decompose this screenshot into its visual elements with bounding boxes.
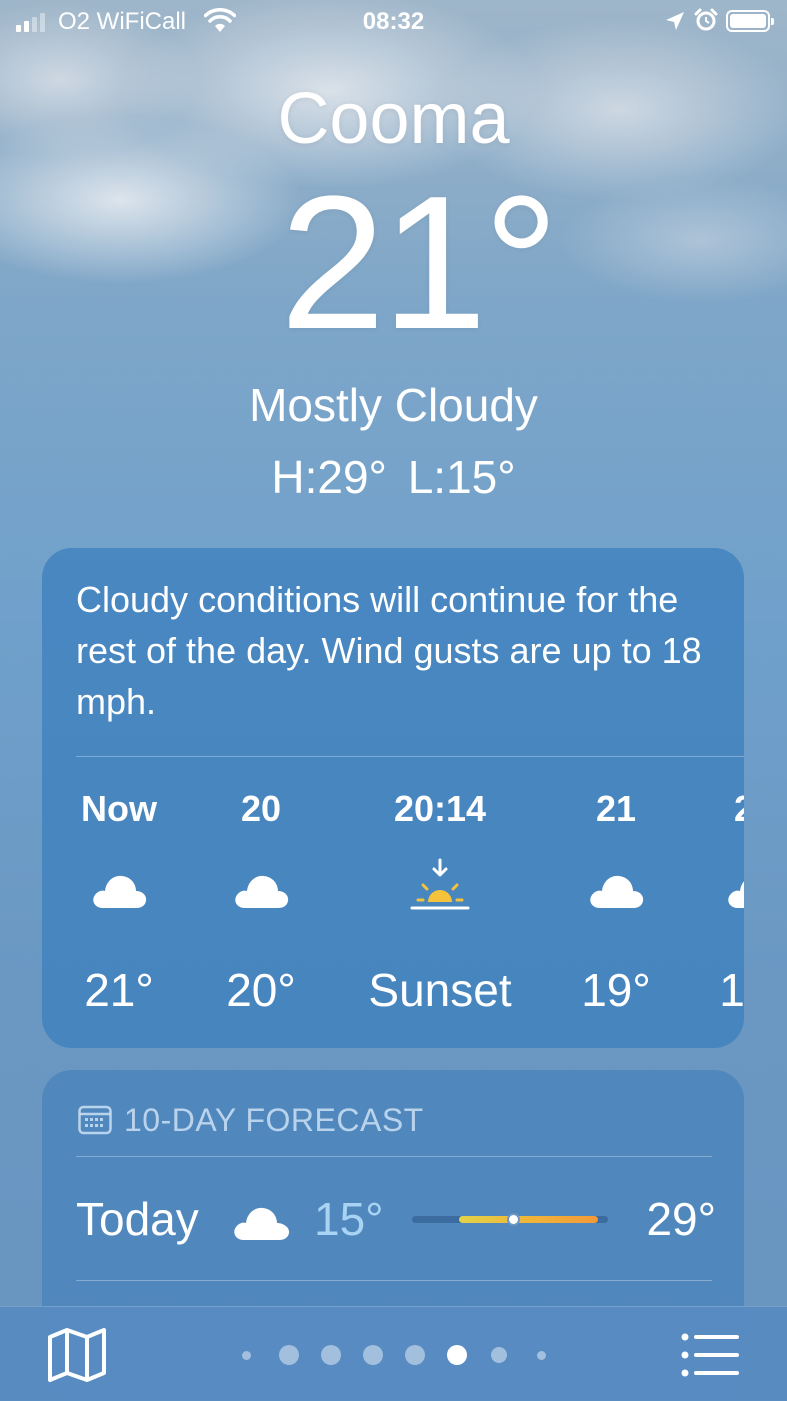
alarm-clock-icon (694, 8, 718, 31)
page-indicator[interactable] (0, 1345, 787, 1365)
forecast-header: 10-DAY FORECAST (78, 1100, 424, 1140)
hour-label: 22 (733, 788, 744, 829)
bottom-toolbar (0, 1306, 787, 1401)
page-dot[interactable] (405, 1345, 425, 1365)
hourly-forecast-card[interactable]: Cloudy conditions will continue for the … (42, 548, 744, 1048)
page-dot[interactable] (363, 1345, 383, 1365)
cloud-icon (235, 875, 289, 908)
forecast-day: Today (76, 1193, 199, 1245)
page-dot[interactable] (321, 1345, 341, 1365)
page-dot[interactable] (491, 1347, 507, 1363)
card-divider (76, 1280, 712, 1281)
hour-temperature: 21° (84, 964, 154, 1016)
hour-label: 20:14 (393, 788, 487, 829)
cloud-icon (234, 1207, 290, 1240)
hour-label: Now (81, 788, 157, 829)
page-dot[interactable] (279, 1345, 299, 1365)
current-temperature: 21° (279, 157, 559, 369)
card-divider (76, 1156, 712, 1157)
high-low-text: H:29° L:15° (271, 451, 516, 503)
hour-temperature: 18° (719, 964, 744, 1016)
condition-text: Mostly Cloudy (249, 379, 538, 431)
forecast-high: 29° (646, 1193, 716, 1245)
city-name: Cooma (277, 79, 510, 159)
battery-icon (726, 10, 774, 32)
status-bar: O2 WiFiCall 08:32 (0, 0, 787, 44)
temperature-range-bar (412, 1213, 608, 1226)
weather-summary: Cloudy conditions will continue for the … (76, 579, 702, 722)
location-arrow-icon (666, 12, 684, 30)
calendar-icon (78, 1105, 112, 1135)
current-temperature-marker (507, 1213, 521, 1226)
forecast-row-today[interactable]: Today 15° 29° (76, 1188, 716, 1250)
temperature-range-fill (459, 1216, 599, 1223)
forecast-low: 15° (314, 1193, 384, 1245)
hour-temperature: 20° (226, 964, 296, 1016)
list-icon[interactable] (680, 1331, 740, 1379)
cloud-icon (590, 875, 644, 908)
hour-temperature: Sunset (368, 964, 512, 1016)
forecast-title: 10-DAY FORECAST (124, 1101, 424, 1138)
page-dot[interactable] (536, 1350, 546, 1360)
page-dot[interactable] (241, 1350, 251, 1360)
card-divider (76, 756, 744, 757)
hour-label: 21 (595, 788, 637, 829)
hour-temperature: 19° (581, 964, 651, 1016)
cloud-icon (728, 881, 744, 908)
page-dot-active[interactable] (447, 1345, 467, 1365)
hour-label: 20 (240, 788, 282, 829)
sunset-icon (410, 858, 470, 910)
cloud-icon (93, 875, 147, 908)
hourly-strip[interactable]: Now 21° 20 20° 20:14 Sunset 21 19° 2 1 (42, 778, 744, 1028)
